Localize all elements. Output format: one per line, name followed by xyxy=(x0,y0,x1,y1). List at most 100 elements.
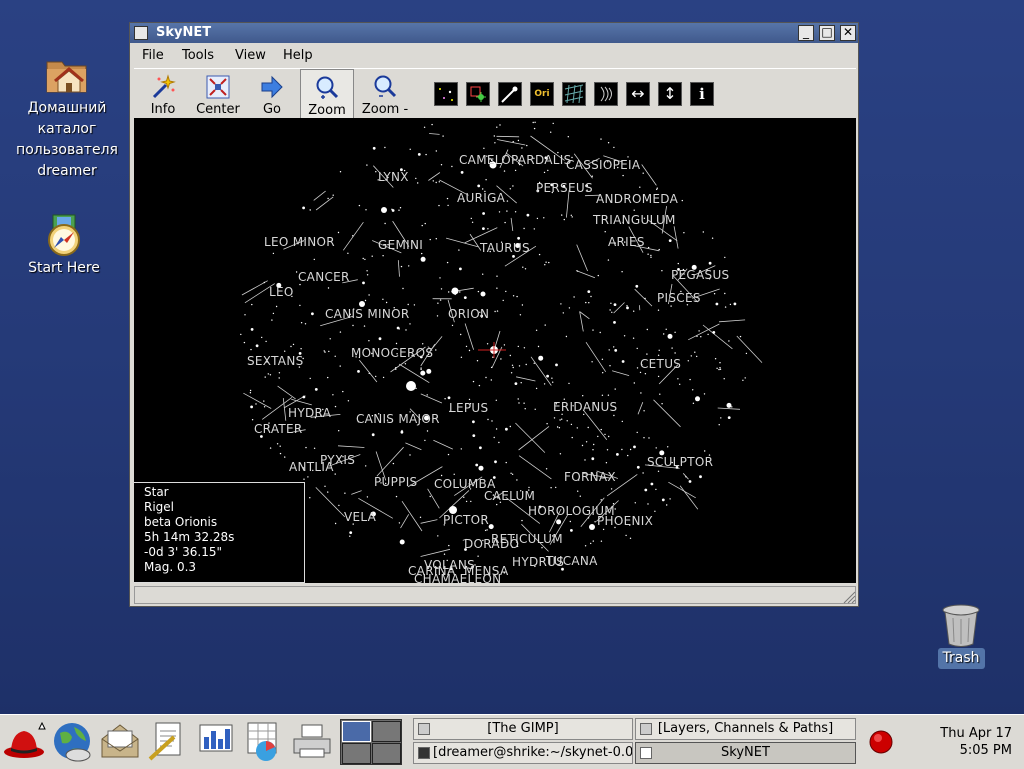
home-folder-icon xyxy=(44,52,90,98)
task-label: [Layers, Channels & Paths] xyxy=(636,719,855,739)
comet-toggle[interactable] xyxy=(498,82,522,106)
update-alert-icon[interactable] xyxy=(867,728,895,756)
constellation-label: LEO xyxy=(269,285,294,299)
constellation-label: PISCES xyxy=(657,291,701,305)
window-menu-button[interactable] xyxy=(134,26,148,40)
menu-help[interactable]: Help xyxy=(283,48,313,63)
info-name: Rigel xyxy=(144,500,304,515)
constellation-label: GEMINI xyxy=(378,238,423,252)
presentation-icon[interactable] xyxy=(194,719,238,763)
start-here-label: Start Here xyxy=(18,258,110,279)
flip-vertical-toggle[interactable]: ↕ xyxy=(658,82,682,106)
maximize-icon: □ xyxy=(821,25,832,39)
menu-tools[interactable]: Tools xyxy=(182,48,214,63)
clock-time: 5:05 PM xyxy=(940,742,1012,759)
constellation-label: LEPUS xyxy=(449,401,488,415)
constellation-label: CANCER xyxy=(298,270,350,284)
redhat-menu-icon[interactable] xyxy=(2,719,46,763)
title-bar[interactable]: SkyNET _ □ ✕ xyxy=(130,23,858,43)
constellation-label: AURIGA xyxy=(457,191,505,205)
constellation-label: LYNX xyxy=(378,170,409,184)
about-toggle[interactable]: ℹ xyxy=(690,82,714,106)
task-label: [The GIMP] xyxy=(414,719,632,739)
constellation-names-icon: Ori xyxy=(534,89,549,99)
close-button[interactable]: ✕ xyxy=(840,25,856,41)
about-icon: ℹ xyxy=(699,85,705,103)
planets-toggle[interactable] xyxy=(466,82,490,106)
trash-label: Trash xyxy=(938,648,985,669)
go-button[interactable]: Go xyxy=(255,69,289,119)
sky-map[interactable]: CAMELOPARDALISCASSIOPEIA LYNX PERSEUS AURIG… xyxy=(134,118,856,583)
arrow-right-icon xyxy=(259,74,285,100)
bottom-panel: [The GIMP] [Layers, Channels & Paths] [d… xyxy=(0,714,1024,769)
minimize-icon: _ xyxy=(803,25,809,39)
center-label: Center xyxy=(196,102,240,117)
constellation-label: CANIS MINOR xyxy=(325,307,410,321)
task-gimp[interactable]: [The GIMP] xyxy=(413,718,633,740)
constellation-label: ANTLIA xyxy=(289,460,334,474)
compass-icon xyxy=(41,212,87,258)
milky-way-icon xyxy=(595,83,617,105)
constellation-label: CHAMAELEON xyxy=(414,572,501,583)
constellation-label: PEGASUS xyxy=(671,268,729,282)
constellation-label: CAMELOPARDALIS xyxy=(459,153,572,167)
workspace-4[interactable] xyxy=(372,743,401,764)
info-button[interactable]: Info xyxy=(142,69,184,119)
menu-view[interactable]: View xyxy=(235,48,266,63)
trash-icon xyxy=(939,602,983,648)
constellation-label: MONOCEROS xyxy=(351,346,433,360)
flip-horizontal-toggle[interactable]: ↔ xyxy=(626,82,650,106)
milky-way-toggle[interactable] xyxy=(594,82,618,106)
go-label: Go xyxy=(263,102,281,117)
close-icon: ✕ xyxy=(843,25,853,39)
trash-desktop-icon[interactable]: Trash xyxy=(930,602,992,669)
constellation-label: CAELUM xyxy=(484,489,535,503)
constellation-label: ERIDANUS xyxy=(553,400,617,414)
constellation-label: DORADO xyxy=(464,537,519,551)
printer-icon[interactable] xyxy=(290,719,334,763)
workspace-3[interactable] xyxy=(342,743,371,764)
info-magnitude: Mag. 0.3 xyxy=(144,560,304,575)
zoom-in-icon xyxy=(314,75,340,101)
magic-wand-icon xyxy=(150,74,176,100)
constellation-label: PHOENIX xyxy=(597,514,653,528)
minimize-button[interactable]: _ xyxy=(798,25,814,41)
task-layers[interactable]: [Layers, Channels & Paths] xyxy=(635,718,856,740)
constellation-label: PERSEUS xyxy=(536,181,593,195)
constellation-label: VELA xyxy=(344,510,376,524)
center-icon xyxy=(205,74,231,100)
task-skynet[interactable]: SkyNET xyxy=(635,742,856,764)
center-button[interactable]: Center xyxy=(194,69,242,119)
info-dec: -0d 3' 36.15" xyxy=(144,545,304,560)
constellation-label: FORNAX xyxy=(564,470,616,484)
zoom-out-button[interactable]: Zoom - xyxy=(359,69,411,119)
toolbar: Info Center Go Zoom + Zoom - Ori ↔ ↕ ℹ xyxy=(134,68,856,121)
constellation-label: HYDRA xyxy=(288,406,331,420)
start-here-desktop-icon[interactable]: Start Here xyxy=(18,212,110,279)
info-designation: beta Orionis xyxy=(144,515,304,530)
email-icon[interactable] xyxy=(98,719,142,763)
flip-vertical-icon: ↕ xyxy=(663,84,676,103)
spreadsheet-icon[interactable] xyxy=(242,719,286,763)
home-folder-desktop-icon[interactable]: Домашний каталог пользователя dreamer xyxy=(8,52,126,182)
clock[interactable]: Thu Apr 17 5:05 PM xyxy=(940,725,1012,759)
constellation-label: TRIANGULUM xyxy=(593,213,676,227)
grid-toggle[interactable] xyxy=(562,82,586,106)
planets-icon xyxy=(467,83,489,105)
writer-icon[interactable] xyxy=(146,719,190,763)
maximize-button[interactable]: □ xyxy=(819,25,835,41)
constellation-label: SEXTANS xyxy=(247,354,304,368)
zoom-in-button[interactable]: Zoom + xyxy=(300,69,354,119)
constellation-label: CASSIOPEIA xyxy=(566,158,640,172)
task-terminal[interactable]: [dreamer@shrike:~/skynet-0.0.8-sr xyxy=(413,742,633,764)
constellation-names-toggle[interactable]: Ori xyxy=(530,82,554,106)
web-browser-icon[interactable] xyxy=(50,719,94,763)
resize-grip-icon[interactable] xyxy=(842,590,856,604)
workspace-switcher[interactable] xyxy=(340,719,402,765)
stars-toggle[interactable] xyxy=(434,82,458,106)
menu-file[interactable]: File xyxy=(142,48,164,63)
workspace-2[interactable] xyxy=(372,721,401,742)
constellation-label: CANIS MAJOR xyxy=(356,412,440,426)
workspace-1[interactable] xyxy=(342,721,371,742)
object-info-panel: Star Rigel beta Orionis 5h 14m 32.28s -0… xyxy=(134,482,305,583)
